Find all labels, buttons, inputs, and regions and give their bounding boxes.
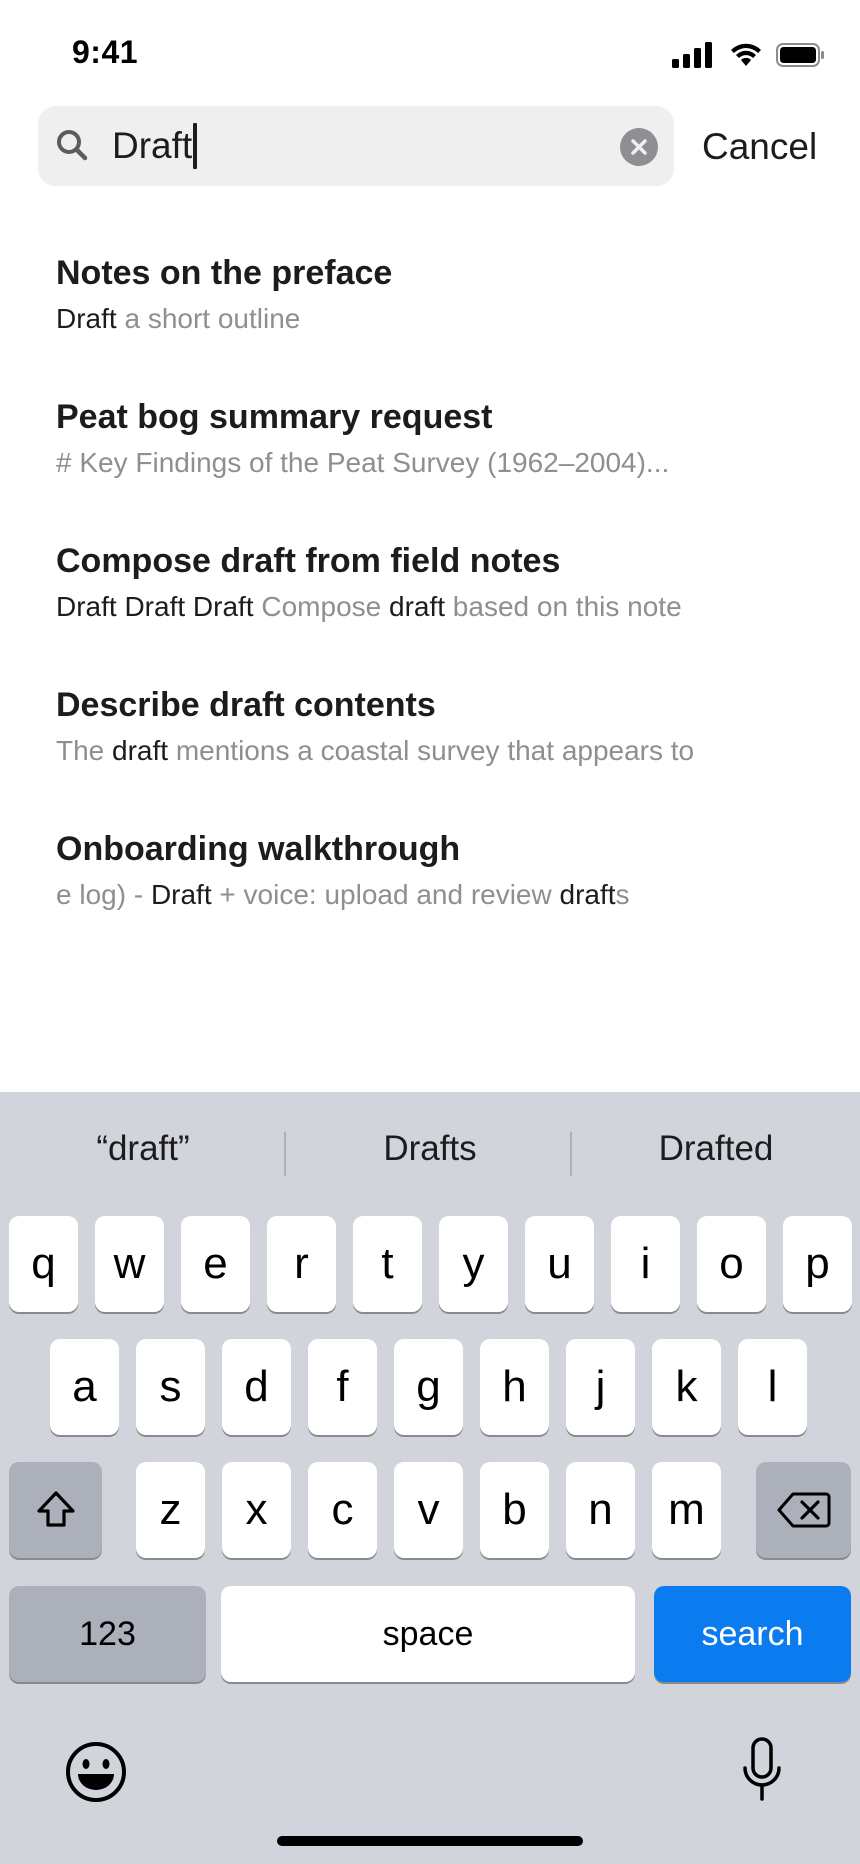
delete-icon xyxy=(777,1492,830,1528)
clear-icon xyxy=(631,139,647,155)
suggestion-bar: “draft” Drafts Drafted xyxy=(0,1092,860,1206)
result-snippet: Draft Draft Draft Compose draft based on… xyxy=(56,591,682,622)
result-title: Peat bog summary request xyxy=(56,398,493,436)
key-r[interactable]: r xyxy=(267,1216,336,1312)
key-s[interactable]: s xyxy=(136,1339,205,1435)
result-title: Onboarding walkthrough xyxy=(56,830,461,868)
key-d[interactable]: d xyxy=(222,1339,291,1435)
key-o[interactable]: o xyxy=(697,1216,766,1312)
result-title: Describe draft contents xyxy=(56,686,436,724)
key-h[interactable]: h xyxy=(480,1339,549,1435)
key-b[interactable]: b xyxy=(480,1462,549,1558)
home-indicator xyxy=(277,1836,583,1846)
status-bar: 9:41 xyxy=(0,0,860,100)
cellular-signal-icon xyxy=(672,42,712,68)
key-m[interactable]: m xyxy=(652,1462,721,1558)
result-snippet: e log) - Draft + voice: upload and revie… xyxy=(56,879,630,910)
suggestion-item[interactable]: Drafts xyxy=(287,1092,573,1206)
microphone-icon[interactable] xyxy=(742,1736,782,1806)
search-key[interactable]: search xyxy=(654,1586,851,1682)
result-title: Compose draft from field notes xyxy=(56,542,561,580)
shift-key[interactable] xyxy=(9,1462,102,1558)
key-p[interactable]: p xyxy=(783,1216,852,1312)
status-icons xyxy=(672,40,826,70)
result-title: Notes on the preface xyxy=(56,254,393,292)
search-icon xyxy=(57,130,88,161)
search-bar: Draft Cancel xyxy=(38,106,828,186)
key-u[interactable]: u xyxy=(525,1216,594,1312)
key-q[interactable]: q xyxy=(9,1216,78,1312)
key-n[interactable]: n xyxy=(566,1462,635,1558)
search-input[interactable]: Draft xyxy=(38,106,674,186)
search-query: Draft xyxy=(112,125,193,166)
key-e[interactable]: e xyxy=(181,1216,250,1312)
key-z[interactable]: z xyxy=(136,1462,205,1558)
keyboard: “draft” Drafts Drafted q w e r t y u i o… xyxy=(0,1092,860,1864)
suggestion-divider xyxy=(570,1132,572,1176)
space-key[interactable]: space xyxy=(221,1586,635,1682)
key-t[interactable]: t xyxy=(353,1216,422,1312)
key-x[interactable]: x xyxy=(222,1462,291,1558)
key-a[interactable]: a xyxy=(50,1339,119,1435)
key-c[interactable]: c xyxy=(308,1462,377,1558)
suggestion-item[interactable]: Drafted xyxy=(573,1092,859,1206)
result-item[interactable]: Peat bog summary request # Key Findings … xyxy=(56,394,836,538)
suggestion-divider xyxy=(284,1132,286,1176)
shift-icon xyxy=(36,1491,75,1527)
suggestion-item[interactable]: “draft” xyxy=(0,1092,286,1206)
key-j[interactable]: j xyxy=(566,1339,635,1435)
emoji-icon[interactable] xyxy=(64,1740,128,1804)
result-item[interactable]: Describe draft contents The draft mentio… xyxy=(56,682,836,826)
result-snippet: Draft a short outline xyxy=(56,303,301,334)
clear-search-button[interactable] xyxy=(620,128,658,166)
key-l[interactable]: l xyxy=(738,1339,807,1435)
search-query-text: Draft xyxy=(112,123,198,169)
result-snippet: The draft mentions a coastal survey that… xyxy=(56,735,695,766)
key-v[interactable]: v xyxy=(394,1462,463,1558)
status-time: 9:41 xyxy=(72,34,139,70)
key-i[interactable]: i xyxy=(611,1216,680,1312)
result-item[interactable]: Compose draft from field notes Draft Dra… xyxy=(56,538,836,682)
key-f[interactable]: f xyxy=(308,1339,377,1435)
text-cursor xyxy=(193,123,198,169)
search-results: Notes on the preface Draft a short outli… xyxy=(56,250,836,970)
battery-icon xyxy=(776,43,824,67)
result-item[interactable]: Onboarding walkthrough e log) - Draft + … xyxy=(56,826,836,970)
numbers-key[interactable]: 123 xyxy=(9,1586,206,1682)
key-k[interactable]: k xyxy=(652,1339,721,1435)
result-snippet: # Key Findings of the Peat Survey (1962–… xyxy=(56,447,670,478)
key-g[interactable]: g xyxy=(394,1339,463,1435)
delete-key[interactable] xyxy=(756,1462,851,1558)
result-item[interactable]: Notes on the preface Draft a short outli… xyxy=(56,250,836,394)
key-y[interactable]: y xyxy=(439,1216,508,1312)
key-w[interactable]: w xyxy=(95,1216,164,1312)
cancel-button[interactable]: Cancel xyxy=(702,124,817,170)
wifi-icon xyxy=(731,43,761,66)
